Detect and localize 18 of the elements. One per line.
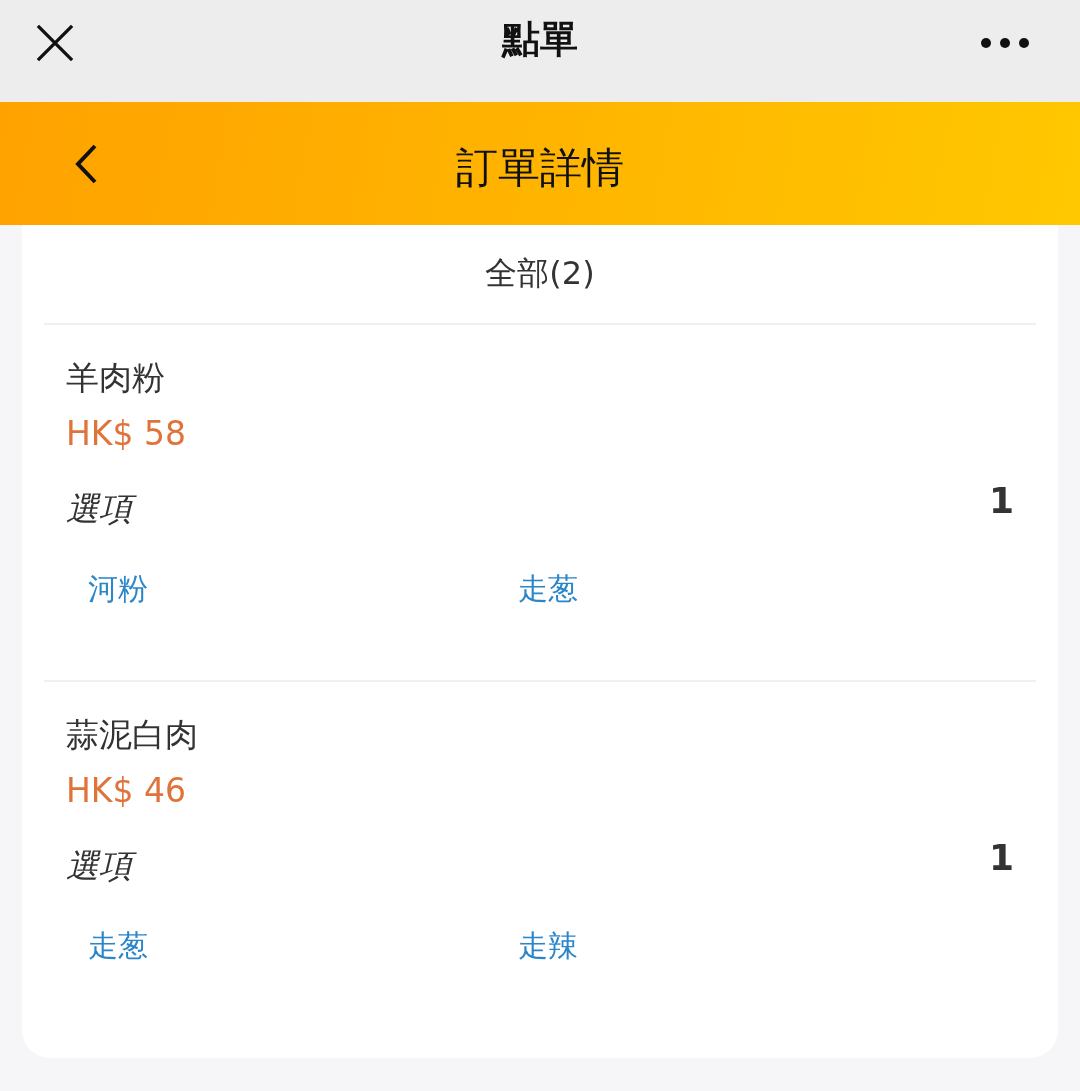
close-icon[interactable] [36,24,74,62]
quantity: 1 [988,479,1014,521]
quantity: 1 [988,836,1014,878]
dish-price: HK$ 46 [66,770,187,812]
page-title: 訂單詳情 [456,142,624,194]
window-title: 點單 [502,16,578,63]
option-text: 走葱 [518,570,579,608]
more-icon[interactable] [980,37,1030,49]
dish-name: 蒜泥白肉 [66,714,199,756]
back-icon[interactable] [74,143,98,184]
options-label: 選項 [66,840,142,894]
option-text: 河粉 [88,570,149,608]
option-text: 走葱 [88,927,149,965]
option-text: 走辣 [518,927,579,965]
dish-price: HK$ 58 [66,413,187,455]
all-tab[interactable]: 全部(2) [485,252,595,296]
dish-name: 羊肉粉 [66,357,166,399]
options-label: 選項 [66,483,142,537]
